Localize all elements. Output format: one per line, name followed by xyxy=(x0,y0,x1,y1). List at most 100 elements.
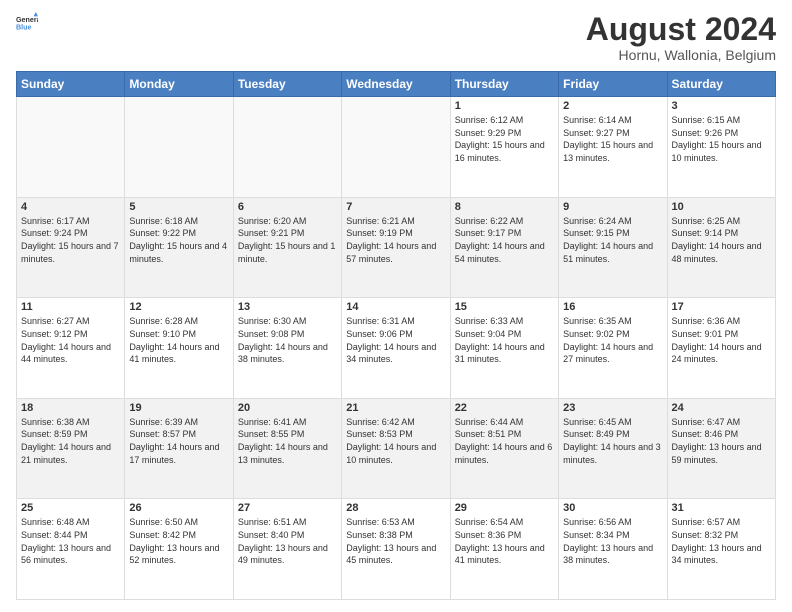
day-info: Sunrise: 6:20 AM Sunset: 9:21 PM Dayligh… xyxy=(238,215,337,265)
day-number: 22 xyxy=(455,402,554,414)
day-number: 15 xyxy=(455,301,554,313)
day-info: Sunrise: 6:25 AM Sunset: 9:14 PM Dayligh… xyxy=(672,215,771,265)
day-info: Sunrise: 6:56 AM Sunset: 8:34 PM Dayligh… xyxy=(563,516,662,566)
table-row: 1 Sunrise: 6:12 AM Sunset: 9:29 PM Daylig… xyxy=(450,97,558,198)
calendar-title: August 2024 xyxy=(586,12,776,47)
table-row: 6 Sunrise: 6:20 AM Sunset: 9:21 PM Daylig… xyxy=(233,197,341,298)
day-number: 24 xyxy=(672,402,771,414)
day-number: 19 xyxy=(129,402,228,414)
day-info: Sunrise: 6:31 AM Sunset: 9:06 PM Dayligh… xyxy=(346,315,445,365)
logo: General Blue xyxy=(16,12,38,34)
day-info: Sunrise: 6:47 AM Sunset: 8:46 PM Dayligh… xyxy=(672,416,771,466)
day-number: 12 xyxy=(129,301,228,313)
day-number: 23 xyxy=(563,402,662,414)
day-info: Sunrise: 6:33 AM Sunset: 9:04 PM Dayligh… xyxy=(455,315,554,365)
day-info: Sunrise: 6:21 AM Sunset: 9:19 PM Dayligh… xyxy=(346,215,445,265)
day-number: 17 xyxy=(672,301,771,313)
table-row xyxy=(17,97,125,198)
table-row: 17 Sunrise: 6:36 AM Sunset: 9:01 PM Dayli… xyxy=(667,298,775,399)
col-monday: Monday xyxy=(125,72,233,97)
day-info: Sunrise: 6:42 AM Sunset: 8:53 PM Dayligh… xyxy=(346,416,445,466)
table-row: 20Sunrise: 6:41 AM Sunset: 8:55 PM Dayli… xyxy=(233,398,341,499)
table-row: 23Sunrise: 6:45 AM Sunset: 8:49 PM Dayli… xyxy=(559,398,667,499)
calendar-week-4: 18 Sunrise: 6:38 AM Sunset: 8:59 PM Dayli… xyxy=(17,398,776,499)
day-number: 31 xyxy=(672,502,771,514)
table-row: 24 Sunrise: 6:47 AM Sunset: 8:46 PM Dayli… xyxy=(667,398,775,499)
table-row: 2Sunrise: 6:14 AM Sunset: 9:27 PM Daylig… xyxy=(559,97,667,198)
table-row: 3 Sunrise: 6:15 AM Sunset: 9:26 PM Daylig… xyxy=(667,97,775,198)
day-number: 21 xyxy=(346,402,445,414)
table-row: 9 Sunrise: 6:24 AM Sunset: 9:15 PM Daylig… xyxy=(559,197,667,298)
day-info: Sunrise: 6:53 AM Sunset: 8:38 PM Dayligh… xyxy=(346,516,445,566)
table-row: 21 Sunrise: 6:42 AM Sunset: 8:53 PM Dayli… xyxy=(342,398,450,499)
calendar-week-5: 25 Sunrise: 6:48 AM Sunset: 8:44 PM Dayli… xyxy=(17,499,776,600)
day-info: Sunrise: 6:54 AM Sunset: 8:36 PM Dayligh… xyxy=(455,516,554,566)
table-row: 22 Sunrise: 6:44 AM Sunset: 8:51 PM Dayli… xyxy=(450,398,558,499)
table-row: 5Sunrise: 6:18 AM Sunset: 9:22 PM Daylig… xyxy=(125,197,233,298)
table-row xyxy=(233,97,341,198)
table-row: 14 Sunrise: 6:31 AM Sunset: 9:06 PM Dayli… xyxy=(342,298,450,399)
day-number: 6 xyxy=(238,201,337,213)
header: General Blue August 2024 Hornu, Wallonia… xyxy=(16,12,776,63)
table-row: 26Sunrise: 6:50 AM Sunset: 8:42 PM Dayli… xyxy=(125,499,233,600)
day-info: Sunrise: 6:24 AM Sunset: 9:15 PM Dayligh… xyxy=(563,215,662,265)
day-info: Sunrise: 6:27 AM Sunset: 9:12 PM Dayligh… xyxy=(21,315,120,365)
day-number: 9 xyxy=(563,201,662,213)
table-row: 30Sunrise: 6:56 AM Sunset: 8:34 PM Dayli… xyxy=(559,499,667,600)
day-number: 25 xyxy=(21,502,120,514)
table-row: 25 Sunrise: 6:48 AM Sunset: 8:44 PM Dayli… xyxy=(17,499,125,600)
day-number: 18 xyxy=(21,402,120,414)
day-number: 3 xyxy=(672,100,771,112)
day-info: Sunrise: 6:48 AM Sunset: 8:44 PM Dayligh… xyxy=(21,516,120,566)
table-row: 11Sunrise: 6:27 AM Sunset: 9:12 PM Dayli… xyxy=(17,298,125,399)
col-wednesday: Wednesday xyxy=(342,72,450,97)
day-number: 7 xyxy=(346,201,445,213)
table-row: 7 Sunrise: 6:21 AM Sunset: 9:19 PM Daylig… xyxy=(342,197,450,298)
day-number: 26 xyxy=(129,502,228,514)
calendar-table: Sunday Monday Tuesday Wednesday Thursday… xyxy=(16,71,776,600)
svg-text:Blue: Blue xyxy=(16,24,32,32)
day-info: Sunrise: 6:22 AM Sunset: 9:17 PM Dayligh… xyxy=(455,215,554,265)
table-row: 19Sunrise: 6:39 AM Sunset: 8:57 PM Dayli… xyxy=(125,398,233,499)
table-row: 27 Sunrise: 6:51 AM Sunset: 8:40 PM Dayli… xyxy=(233,499,341,600)
table-row: 10 Sunrise: 6:25 AM Sunset: 9:14 PM Dayli… xyxy=(667,197,775,298)
table-row: 4Sunrise: 6:17 AM Sunset: 9:24 PM Daylig… xyxy=(17,197,125,298)
table-row: 18 Sunrise: 6:38 AM Sunset: 8:59 PM Dayli… xyxy=(17,398,125,499)
day-info: Sunrise: 6:15 AM Sunset: 9:26 PM Dayligh… xyxy=(672,114,771,164)
day-info: Sunrise: 6:44 AM Sunset: 8:51 PM Dayligh… xyxy=(455,416,554,466)
header-row: Sunday Monday Tuesday Wednesday Thursday… xyxy=(17,72,776,97)
day-number: 27 xyxy=(238,502,337,514)
day-info: Sunrise: 6:30 AM Sunset: 9:08 PM Dayligh… xyxy=(238,315,337,365)
day-info: Sunrise: 6:12 AM Sunset: 9:29 PM Dayligh… xyxy=(455,114,554,164)
day-info: Sunrise: 6:36 AM Sunset: 9:01 PM Dayligh… xyxy=(672,315,771,365)
calendar-subtitle: Hornu, Wallonia, Belgium xyxy=(586,47,776,63)
day-number: 10 xyxy=(672,201,771,213)
table-row: 29 Sunrise: 6:54 AM Sunset: 8:36 PM Dayli… xyxy=(450,499,558,600)
col-thursday: Thursday xyxy=(450,72,558,97)
day-info: Sunrise: 6:57 AM Sunset: 8:32 PM Dayligh… xyxy=(672,516,771,566)
day-info: Sunrise: 6:51 AM Sunset: 8:40 PM Dayligh… xyxy=(238,516,337,566)
col-sunday: Sunday xyxy=(17,72,125,97)
table-row: 15 Sunrise: 6:33 AM Sunset: 9:04 PM Dayli… xyxy=(450,298,558,399)
day-info: Sunrise: 6:14 AM Sunset: 9:27 PM Dayligh… xyxy=(563,114,662,164)
day-number: 1 xyxy=(455,100,554,112)
day-number: 13 xyxy=(238,301,337,313)
logo-icon: General Blue xyxy=(16,12,38,34)
col-saturday: Saturday xyxy=(667,72,775,97)
day-info: Sunrise: 6:38 AM Sunset: 8:59 PM Dayligh… xyxy=(21,416,120,466)
calendar-week-2: 4Sunrise: 6:17 AM Sunset: 9:24 PM Daylig… xyxy=(17,197,776,298)
day-number: 8 xyxy=(455,201,554,213)
day-number: 14 xyxy=(346,301,445,313)
table-row xyxy=(125,97,233,198)
table-row: 16Sunrise: 6:35 AM Sunset: 9:02 PM Dayli… xyxy=(559,298,667,399)
svg-text:General: General xyxy=(16,16,38,24)
day-number: 4 xyxy=(21,201,120,213)
day-number: 5 xyxy=(129,201,228,213)
day-info: Sunrise: 6:28 AM Sunset: 9:10 PM Dayligh… xyxy=(129,315,228,365)
day-number: 29 xyxy=(455,502,554,514)
col-friday: Friday xyxy=(559,72,667,97)
page: General Blue August 2024 Hornu, Wallonia… xyxy=(0,0,792,612)
table-row: 8 Sunrise: 6:22 AM Sunset: 9:17 PM Daylig… xyxy=(450,197,558,298)
title-block: August 2024 Hornu, Wallonia, Belgium xyxy=(586,12,776,63)
day-number: 16 xyxy=(563,301,662,313)
